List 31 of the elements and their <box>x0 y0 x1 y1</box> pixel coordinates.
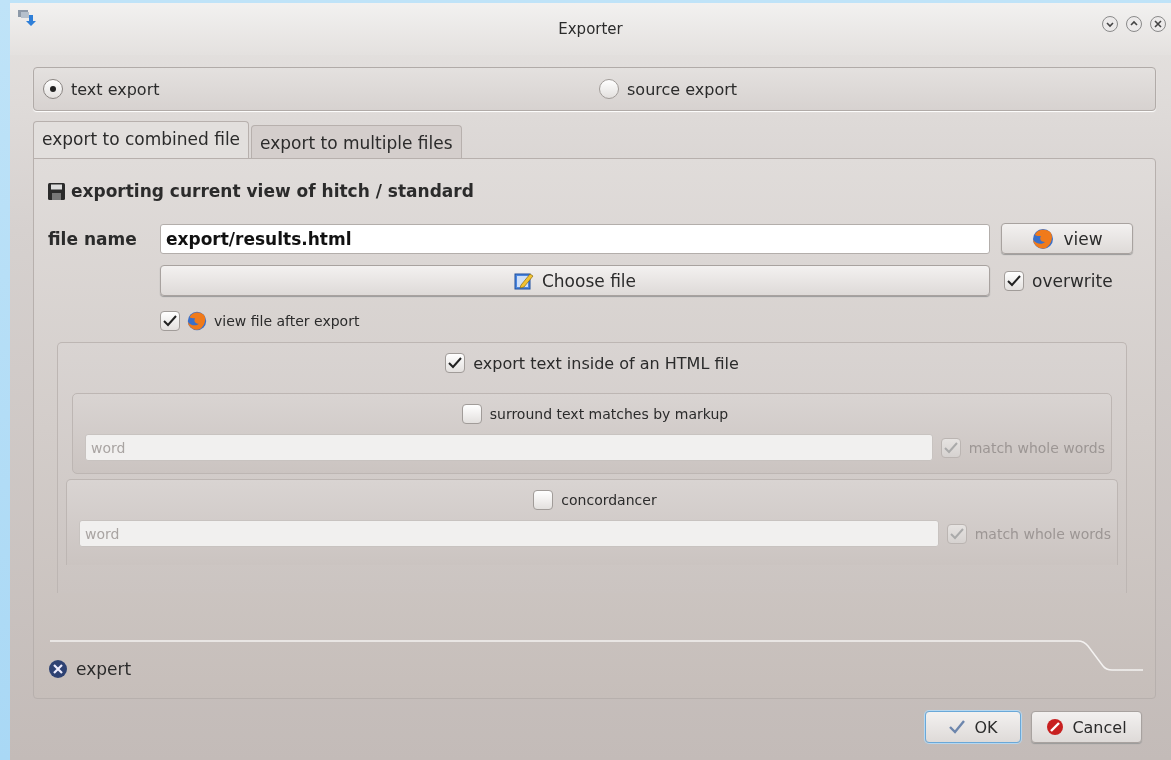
expert-toggle[interactable]: expert <box>76 659 132 679</box>
file-name-label: file name <box>48 228 138 249</box>
html-export-label[interactable]: export text inside of an HTML file <box>473 353 739 373</box>
overwrite-checkbox[interactable] <box>1004 270 1024 291</box>
close-button[interactable] <box>1149 15 1167 33</box>
tab[interactable]: export to multiple files <box>251 125 462 159</box>
app-icon <box>17 9 37 27</box>
radio-label[interactable]: text export <box>71 79 160 99</box>
view-after-export-label[interactable]: view file after export <box>214 313 360 329</box>
dialog-button[interactable]: OK <box>925 711 1021 743</box>
file-name-field[interactable]: export/results.html <box>160 223 990 254</box>
tab[interactable]: export to combined file <box>33 121 250 159</box>
overwrite-label[interactable]: overwrite <box>1032 270 1113 291</box>
maximize-button[interactable] <box>1125 15 1143 33</box>
radio-button[interactable] <box>599 79 619 99</box>
cancel-icon <box>1046 718 1065 736</box>
radio-label[interactable]: source export <box>627 79 738 99</box>
section-heading: exporting current view of hitch / standard <box>71 181 474 201</box>
choose-file-button[interactable]: Choose file <box>160 265 990 296</box>
browser-globe-icon <box>1031 226 1056 251</box>
window-title: Exporter <box>558 20 623 38</box>
dialog-button[interactable]: Cancel <box>1031 711 1142 743</box>
browser-globe-icon <box>186 310 208 332</box>
minimize-button[interactable] <box>1101 15 1119 33</box>
check-icon <box>948 719 967 735</box>
html-export-checkbox[interactable] <box>445 353 466 373</box>
tools-icon <box>48 659 68 679</box>
radio-button[interactable] <box>43 79 63 99</box>
edit-document-icon <box>513 270 534 291</box>
view-after-export-checkbox[interactable] <box>160 311 180 331</box>
view-button[interactable]: view <box>1001 223 1133 254</box>
